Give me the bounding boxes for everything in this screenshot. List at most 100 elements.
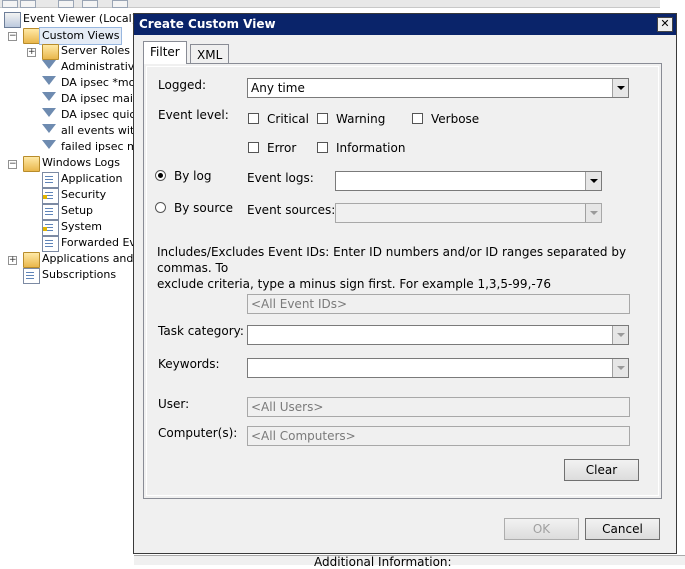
computers-input[interactable]: <All Computers> <box>247 426 630 446</box>
tree-item-label: DA ipsec *mod <box>61 76 134 89</box>
tree-item-label: Subscriptions <box>42 268 117 281</box>
clear-button[interactable]: Clear <box>564 459 639 481</box>
chevron-down-icon[interactable] <box>585 172 601 190</box>
warning-label: Warning <box>336 112 386 126</box>
critical-label: Critical <box>267 112 309 126</box>
tree-item-label: System <box>61 220 103 233</box>
chevron-down-icon[interactable] <box>612 326 628 344</box>
event-level-label: Event level: <box>158 108 229 122</box>
tree-item-label: Security <box>61 188 107 201</box>
filter-icon <box>42 140 56 149</box>
log-icon <box>42 220 59 236</box>
by-log-radio[interactable] <box>155 170 166 181</box>
user-input[interactable]: <All Users> <box>247 397 630 417</box>
tree-item-label: Setup <box>61 204 94 217</box>
cancel-label: Cancel <box>602 522 643 536</box>
folder-icon <box>23 252 40 268</box>
dialog-titlebar[interactable]: Create Custom View ✕ <box>134 14 676 35</box>
tree-item-label: all events with <box>61 124 134 137</box>
event-logs-label: Event logs: <box>247 171 314 185</box>
forward-button[interactable] <box>20 0 36 8</box>
task-category-label: Task category: <box>158 324 244 338</box>
tree-item-label: failed ipsec mo <box>61 140 134 153</box>
tree-item-label: DA ipsec quick& <box>61 108 134 121</box>
logged-dropdown[interactable]: Any time <box>247 78 629 98</box>
close-icon: ✕ <box>660 17 670 30</box>
tree-item-label: Application <box>61 172 123 185</box>
keywords-label: Keywords: <box>158 357 220 371</box>
by-source-label: By source <box>174 201 233 215</box>
cancel-button[interactable]: Cancel <box>585 518 660 540</box>
verbose-label: Verbose <box>431 112 480 126</box>
chevron-down-icon[interactable] <box>612 359 628 377</box>
tree-item-label: Windows Logs <box>42 156 120 169</box>
expand-icon[interactable]: + <box>27 48 36 57</box>
event-viewer-icon <box>4 12 21 28</box>
error-label: Error <box>267 141 297 155</box>
folder-icon <box>23 28 40 44</box>
toolbar <box>0 0 685 8</box>
error-checkbox[interactable] <box>248 142 259 153</box>
user-label: User: <box>158 397 190 411</box>
event-ids-input[interactable]: <All Event IDs> <box>247 294 630 314</box>
tab-xml[interactable]: XML <box>190 44 230 64</box>
tree-item-label: Server Roles <box>61 44 131 57</box>
subscriptions-icon <box>23 268 40 284</box>
by-source-radio[interactable] <box>155 202 166 213</box>
folder-icon <box>23 156 40 172</box>
chevron-down-icon[interactable] <box>585 204 601 222</box>
tree-item-label: Applications and Se <box>42 252 134 265</box>
event-sources-dropdown[interactable] <box>335 203 602 223</box>
collapse-icon[interactable]: − <box>8 32 17 41</box>
logged-label: Logged: <box>158 78 207 92</box>
filter-icon <box>42 124 56 133</box>
critical-checkbox[interactable] <box>248 113 259 124</box>
tree-item-label: Forwarded Eve <box>61 236 134 249</box>
computers-placeholder: <All Computers> <box>251 429 356 443</box>
clear-label: Clear <box>585 463 618 477</box>
navigation-tree: Event Viewer (Local) − Custom Views + Se… <box>0 9 134 564</box>
tab-filter[interactable]: Filter <box>143 41 187 64</box>
keywords-dropdown[interactable] <box>247 358 629 378</box>
create-custom-view-dialog: Create Custom View ✕ Filter XML Logged: … <box>133 13 677 554</box>
tree-item-label: Administrative <box>61 60 134 73</box>
expand-icon[interactable]: + <box>8 256 17 265</box>
tree-item-label: Event Viewer (Local) <box>23 12 134 25</box>
folder-icon[interactable] <box>58 0 74 8</box>
filter-icon <box>42 60 56 69</box>
logged-value: Any time <box>251 81 305 95</box>
details-text: Additional Information: <box>314 555 452 569</box>
chevron-down-icon[interactable] <box>612 79 628 97</box>
log-icon <box>42 204 59 220</box>
verbose-checkbox[interactable] <box>412 113 423 124</box>
filter-icon <box>42 108 56 117</box>
event-ids-placeholder: <All Event IDs> <box>251 297 348 311</box>
tab-label: XML <box>197 48 223 62</box>
event-sources-label: Event sources: <box>247 203 336 217</box>
ok-label: OK <box>532 522 551 536</box>
user-placeholder: <All Users> <box>251 400 324 414</box>
event-logs-dropdown[interactable] <box>335 171 602 191</box>
folder-icon <box>42 44 59 60</box>
filter-icon <box>42 76 56 85</box>
tree-item-label: DA ipsec main m <box>61 92 134 105</box>
back-button[interactable] <box>2 0 18 8</box>
dialog-title: Create Custom View <box>139 17 276 31</box>
event-ids-help-line: Includes/Excludes Event IDs: Enter ID nu… <box>157 245 627 275</box>
filter-icon <box>42 92 56 101</box>
task-category-dropdown[interactable] <box>247 325 629 345</box>
event-ids-help-line: exclude criteria, type a minus sign firs… <box>157 277 551 291</box>
event-ids-help: Includes/Excludes Event IDs: Enter ID nu… <box>157 244 657 292</box>
tab-label: Filter <box>150 45 180 59</box>
close-button[interactable]: ✕ <box>657 17 673 32</box>
help-button[interactable] <box>112 0 128 8</box>
properties-button[interactable] <box>82 0 98 8</box>
warning-checkbox[interactable] <box>317 113 328 124</box>
by-log-label: By log <box>174 169 212 183</box>
log-icon <box>42 188 59 204</box>
computers-label: Computer(s): <box>158 426 238 440</box>
ok-button[interactable]: OK <box>504 518 579 540</box>
collapse-icon[interactable]: − <box>8 160 17 169</box>
information-checkbox[interactable] <box>317 142 328 153</box>
log-icon <box>42 236 59 252</box>
